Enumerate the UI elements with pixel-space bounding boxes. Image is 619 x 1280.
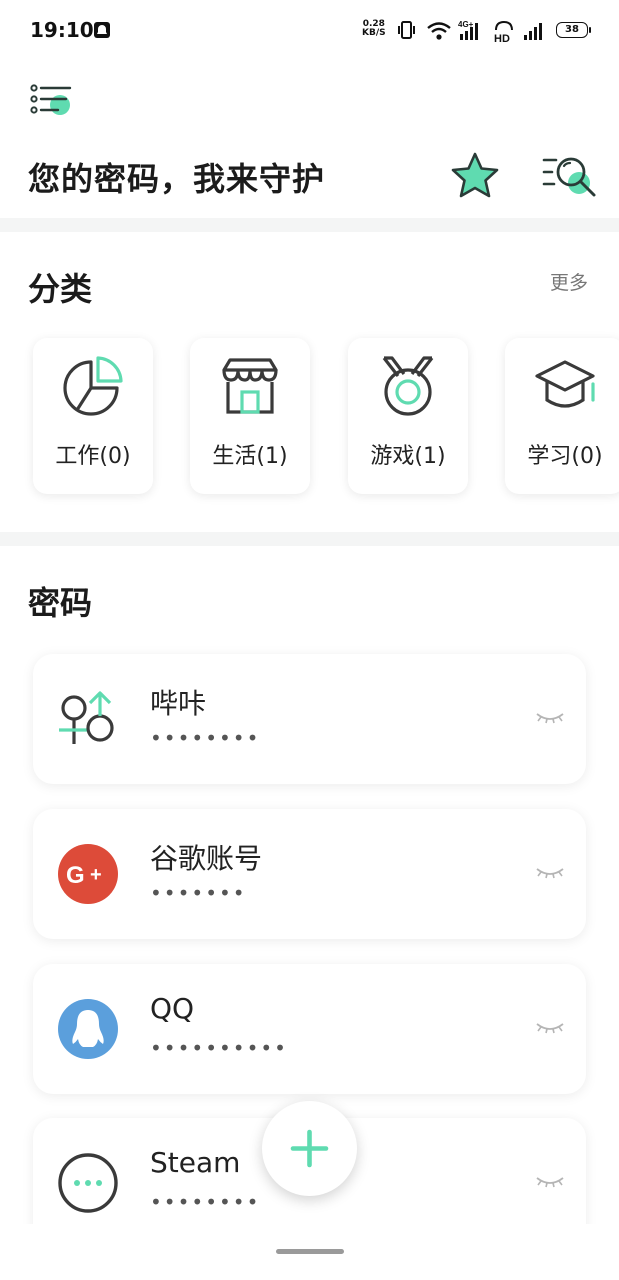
cellular-signal-2-icon — [524, 23, 542, 40]
password-name: Steam — [150, 1146, 241, 1179]
category-card-games[interactable]: 游戏(1) — [348, 338, 468, 494]
medal-icon — [382, 356, 434, 416]
plus-icon — [290, 1129, 329, 1168]
status-bar: 19:10 0.28 KB/S 4G+ HD 38 — [0, 0, 619, 62]
password-masked: ••••••• — [150, 881, 247, 905]
menu-icon[interactable] — [28, 82, 74, 118]
eye-closed-icon[interactable] — [535, 1172, 565, 1190]
category-card-study[interactable]: 学习(0) — [505, 338, 619, 494]
google-plus-icon: G + — [58, 844, 118, 904]
password-masked: •••••••• — [150, 726, 261, 750]
graduation-cap-icon — [535, 360, 595, 408]
svg-text:HD: HD — [494, 33, 510, 44]
notification-icon — [94, 22, 110, 38]
category-label: 生活(1) — [212, 444, 288, 469]
svg-text:G: G — [66, 862, 85, 889]
password-name: QQ — [150, 992, 195, 1025]
qq-penguin-icon — [58, 999, 118, 1059]
password-item-google[interactable]: G + 谷歌账号 ••••••• — [33, 809, 586, 939]
eye-closed-icon[interactable] — [535, 708, 565, 726]
svg-text:+: + — [90, 864, 102, 886]
home-indicator[interactable] — [276, 1249, 344, 1254]
section-divider — [0, 532, 619, 546]
category-label: 游戏(1) — [370, 444, 446, 469]
network-speed: 0.28 KB/S — [362, 19, 386, 38]
vibrate-icon — [398, 21, 415, 39]
status-time: 19:10 — [30, 18, 94, 42]
hd-voice-icon: HD — [494, 20, 513, 44]
search-icon[interactable] — [540, 152, 598, 200]
category-card-life[interactable]: 生活(1) — [190, 338, 310, 494]
cellular-signal-icon: 4G+ — [458, 20, 478, 40]
password-masked: •••••••• — [150, 1190, 261, 1214]
wifi-icon — [427, 22, 451, 40]
pie-chart-icon — [63, 356, 123, 416]
status-icons: 4G+ HD — [398, 20, 542, 44]
add-password-button[interactable] — [262, 1101, 357, 1196]
eye-closed-icon[interactable] — [535, 1018, 565, 1036]
section-divider — [0, 218, 619, 232]
passwords-title: 密码 — [28, 584, 93, 622]
page-title: 您的密码，我来守护 — [28, 160, 326, 198]
password-masked: •••••••••• — [150, 1036, 288, 1060]
password-item-qq[interactable]: QQ •••••••••• — [33, 964, 586, 1094]
store-icon — [222, 358, 278, 414]
eye-closed-icon[interactable] — [535, 863, 565, 881]
category-card-work[interactable]: 工作(0) — [33, 338, 153, 494]
categories-title: 分类 — [28, 270, 93, 308]
password-name: 哔咔 — [150, 687, 207, 720]
more-link[interactable]: 更多 — [550, 268, 588, 295]
category-label: 学习(0) — [527, 444, 603, 469]
category-label: 工作(0) — [55, 444, 131, 469]
battery-icon: 38 — [556, 22, 591, 38]
password-item-bika[interactable]: 哔咔 •••••••• — [33, 654, 586, 784]
star-icon[interactable] — [448, 150, 502, 202]
password-name: 谷歌账号 — [150, 842, 263, 875]
gender-symbols-icon — [59, 691, 114, 744]
more-dots-icon — [58, 1153, 118, 1213]
